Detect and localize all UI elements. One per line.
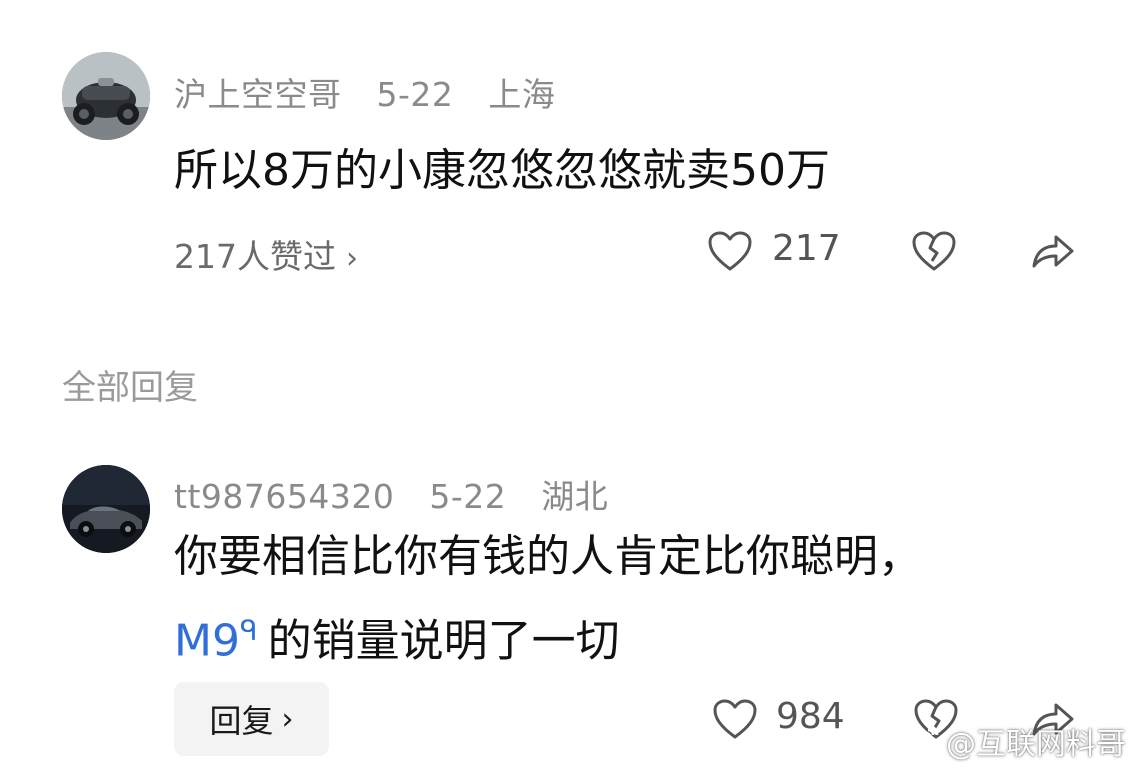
search-icon[interactable]: ᑫ	[240, 614, 258, 647]
reply-like-count: 984	[776, 696, 845, 737]
weibo-icon	[904, 722, 940, 760]
comment-date: 5-22	[376, 75, 454, 114]
reply-text-line1: 你要相信比你有钱的人肯定比你聪明，	[174, 531, 922, 582]
comment-text: 所以8万的小康忽悠忽悠就卖50万	[174, 145, 830, 196]
broken-heart-icon[interactable]	[911, 230, 957, 272]
likes-summary-label: 217人赞过	[174, 237, 336, 276]
like-count: 217	[772, 228, 841, 269]
car-avatar-image	[62, 465, 150, 553]
watermark: @互联网料哥	[904, 719, 1126, 763]
reply-meta: tt987654320 5-22 湖北	[174, 470, 632, 518]
comment-location: 上海	[488, 75, 556, 114]
heart-icon[interactable]	[707, 230, 753, 272]
reply-username[interactable]: tt987654320	[174, 477, 394, 516]
share-arrow-icon[interactable]	[1030, 230, 1076, 272]
section-title: 全部回复	[62, 368, 198, 408]
heart-icon[interactable]	[712, 698, 758, 740]
reply-text-line2: 的销量说明了一切	[267, 615, 620, 667]
comment-meta: 沪上空空哥 5-22 上海	[174, 68, 579, 116]
chevron-right-icon: ›	[346, 241, 358, 276]
avatar[interactable]	[62, 52, 150, 140]
reply-location: 湖北	[541, 477, 609, 516]
reply-button-label: 回复	[209, 702, 274, 740]
comment-username[interactable]: 沪上空空哥	[174, 75, 342, 114]
likes-summary[interactable]: 217人赞过 ›	[174, 230, 358, 278]
reply-button[interactable]: 回复 ›	[174, 682, 329, 756]
watermark-text: @互联网料哥	[946, 727, 1126, 762]
mention-link[interactable]: M9	[174, 616, 240, 667]
motorcycle-avatar-image	[62, 52, 150, 140]
reply-text-line2-row: M9ᑫ 的销量说明了一切	[174, 600, 620, 673]
avatar[interactable]	[62, 465, 150, 553]
chevron-right-icon: ›	[281, 701, 294, 737]
reply-date: 5-22	[429, 477, 507, 516]
